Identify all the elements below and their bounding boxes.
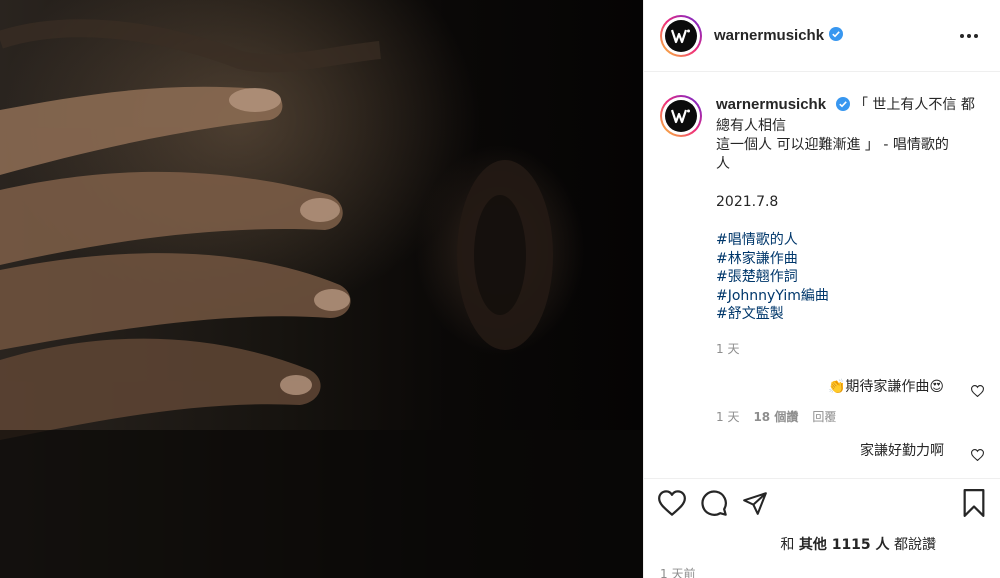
comment-like-heart-icon[interactable] bbox=[970, 384, 985, 401]
avatar[interactable] bbox=[660, 14, 702, 57]
instagram-post: warnermusichk warnermusichk 「 世上有人不信 都 總… bbox=[0, 0, 1000, 578]
comment-icon[interactable] bbox=[700, 489, 728, 521]
comments-list: warnermusichk 「 世上有人不信 都 總有人相信 這一個人 可以迎難… bbox=[644, 73, 1000, 478]
hashtag-list: #唱情歌的人 #林家謙作曲 #張楚翹作詞 #JohnnyYim編曲 #舒文監製 bbox=[716, 231, 984, 324]
more-icon[interactable] bbox=[954, 28, 984, 44]
caption-first-line: 「 世上有人不信 都 bbox=[853, 97, 975, 113]
comment-like-heart-icon[interactable] bbox=[970, 448, 985, 465]
hashtag-link[interactable]: #唱情歌的人 bbox=[716, 231, 984, 250]
comment-text: 👏期待家謙作曲😍 bbox=[827, 378, 944, 395]
comment-item: 👏期待家謙作曲😍 1 天 18 個讚 回覆 bbox=[716, 377, 985, 425]
comment-item: 家謙好勤力啊 bbox=[716, 441, 985, 461]
reply-button[interactable]: 回覆 bbox=[812, 408, 836, 425]
caption-username[interactable]: warnermusichk bbox=[716, 96, 826, 113]
comment-time[interactable]: 1 天 bbox=[716, 408, 739, 425]
post-header: warnermusichk bbox=[644, 0, 1000, 72]
photo-artwork bbox=[0, 19, 643, 578]
comment-text: 家謙好勤力啊 bbox=[860, 442, 944, 459]
verified-icon bbox=[835, 97, 850, 117]
share-icon[interactable] bbox=[742, 490, 768, 520]
verified-icon bbox=[829, 26, 844, 45]
heart-icon[interactable] bbox=[658, 490, 686, 520]
hashtag-link[interactable]: #JohnnyYim編曲 bbox=[716, 287, 984, 306]
warner-logo-icon bbox=[665, 19, 697, 52]
comment-likes[interactable]: 18 個讚 bbox=[753, 408, 798, 425]
post-photo[interactable] bbox=[0, 0, 643, 578]
post-sidebar: warnermusichk warnermusichk 「 世上有人不信 都 總… bbox=[643, 0, 1000, 578]
caption: warnermusichk 「 世上有人不信 都 總有人相信 這一個人 可以迎難… bbox=[660, 95, 984, 359]
warner-logo-icon bbox=[665, 100, 697, 132]
header-username[interactable]: warnermusichk bbox=[714, 27, 824, 44]
bookmark-icon[interactable] bbox=[962, 489, 986, 521]
caption-text: 總有人相信 這一個人 可以迎難漸進 」 - 唱情歌的 人 bbox=[716, 118, 949, 172]
posted-time[interactable]: 1 天前 bbox=[644, 565, 1000, 578]
hashtag-link[interactable]: #舒文監製 bbox=[716, 305, 984, 324]
caption-avatar[interactable] bbox=[660, 95, 702, 137]
likes-count[interactable]: 其他 1115 人 bbox=[799, 537, 890, 553]
caption-date: 2021.7.8 bbox=[716, 194, 779, 210]
hashtag-link[interactable]: #林家謙作曲 bbox=[716, 250, 984, 269]
hashtag-link[interactable]: #張楚翹作詞 bbox=[716, 268, 984, 287]
post-actions: 和 其他 1115 人 都說讚 1 天前 bbox=[644, 478, 1000, 578]
likes-summary[interactable]: 和 其他 1115 人 都說讚 bbox=[644, 534, 1000, 554]
caption-time[interactable]: 1 天 bbox=[716, 340, 984, 359]
comment-meta: 1 天 18 個讚 回覆 bbox=[716, 408, 984, 425]
